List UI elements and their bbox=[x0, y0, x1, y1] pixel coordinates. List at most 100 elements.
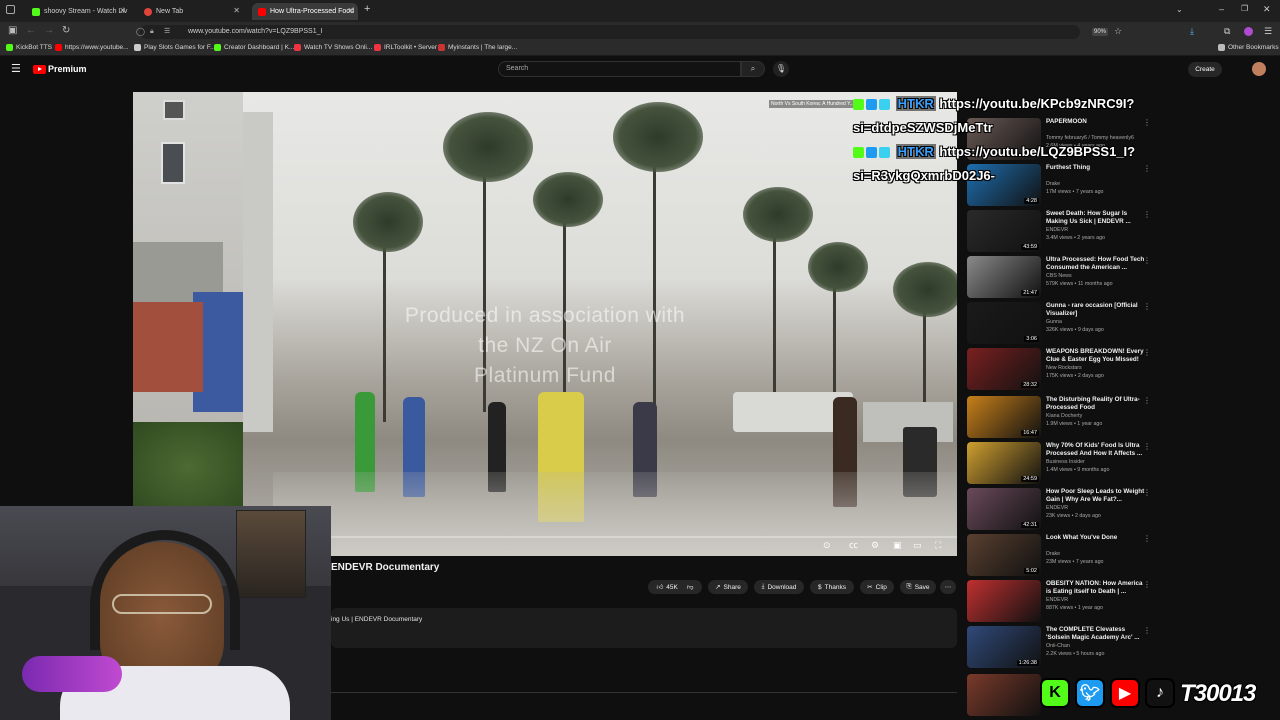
recommendation-item[interactable]: 5:02 Look What You've Done Drake 23M views … bbox=[967, 534, 1187, 578]
bookmark-watch-tv[interactable]: Watch TV Shows Onli... bbox=[294, 44, 372, 51]
tab-list-chevron-icon[interactable]: ⌄ bbox=[1176, 5, 1183, 14]
more-options-icon[interactable]: ⋮ bbox=[1143, 396, 1151, 405]
close-tab-icon[interactable]: ✕ bbox=[119, 6, 126, 15]
new-tab-button[interactable]: + bbox=[364, 3, 370, 15]
tab-youtube-video[interactable]: How Ultra-Processed Food ✕ bbox=[252, 3, 358, 20]
recommendation-item[interactable]: 3:06 Gunna - rare occasion [Official Visu… bbox=[967, 302, 1187, 346]
clip-button[interactable]: ✂ Clip bbox=[860, 580, 894, 594]
profile-icon[interactable] bbox=[1244, 27, 1253, 36]
recommendation-title[interactable]: OBESITY NATION: How America is Eating it… bbox=[1046, 580, 1146, 597]
recommendation-title[interactable]: How Poor Sleep Leads to Weight Gain | Wh… bbox=[1046, 488, 1146, 505]
more-options-icon[interactable]: ⋮ bbox=[1143, 256, 1151, 265]
recommendation-channel[interactable]: CBS News bbox=[1046, 273, 1072, 279]
theater-mode-icon[interactable]: ▭ bbox=[913, 540, 922, 551]
recommendation-channel[interactable]: Onii-Chan bbox=[1046, 643, 1070, 649]
recommendation-channel[interactable]: Gunna bbox=[1046, 319, 1062, 325]
bookmark-kickbot[interactable]: KickBot TTS bbox=[6, 44, 52, 51]
share-button[interactable]: ↗ Share bbox=[708, 580, 748, 594]
settings-gear-icon[interactable]: ⚙ bbox=[871, 540, 879, 551]
recommendation-title[interactable]: Look What You've Done bbox=[1046, 534, 1146, 542]
lock-icon[interactable]: 🔒︎ bbox=[150, 25, 154, 39]
more-options-icon[interactable]: ⋮ bbox=[1143, 118, 1151, 127]
shield-icon[interactable]: ◯ bbox=[136, 25, 145, 39]
bookmark-irltoolkit[interactable]: IRLToolkit • Server bbox=[374, 44, 437, 51]
bookmark-play-slots[interactable]: Play Slots Games for F... bbox=[134, 44, 216, 51]
more-options-icon[interactable]: ⋮ bbox=[1143, 442, 1151, 451]
recommendation-thumbnail[interactable]: 43:59 bbox=[967, 210, 1041, 252]
recommendation-item[interactable]: 42:31 How Poor Sleep Leads to Weight Gain… bbox=[967, 488, 1187, 532]
subtitles-icon[interactable]: ㏄ bbox=[849, 538, 858, 551]
recommendation-item[interactable]: 16:47 The Disturbing Reality Of Ultra-Pro… bbox=[967, 396, 1187, 440]
autoplay-toggle[interactable]: ⊙ bbox=[823, 540, 831, 551]
thumbs-down-icon[interactable]: 👎︎ bbox=[687, 583, 694, 591]
thanks-button[interactable]: $ Thanks bbox=[810, 580, 854, 594]
search-button[interactable]: ⌕ bbox=[741, 61, 765, 77]
more-options-icon[interactable]: ⋮ bbox=[1143, 348, 1151, 357]
recommendation-title[interactable]: Ultra Processed: How Food Tech Consumed … bbox=[1046, 256, 1146, 273]
recommendation-channel[interactable]: Tommy february6 / Tommy heavenly6 bbox=[1046, 135, 1134, 141]
bookmark-creator-dashboard[interactable]: Creator Dashboard | K... bbox=[214, 44, 294, 51]
more-options-icon[interactable]: ⋮ bbox=[1143, 488, 1151, 497]
recommendation-thumbnail[interactable]: 24:59 bbox=[967, 442, 1041, 484]
avatar[interactable] bbox=[1252, 62, 1266, 76]
recommendation-title[interactable]: Gunna - rare occasion [Official Visualiz… bbox=[1046, 302, 1146, 319]
video-description-box[interactable]: ing Us | ENDEVR Documentary bbox=[331, 608, 957, 648]
like-button[interactable]: 👍︎ 45K 👎︎ bbox=[648, 580, 702, 594]
recommendation-title[interactable]: The COMPLETE Clevatess 'Solsein Magic Ac… bbox=[1046, 626, 1146, 643]
recommendation-channel[interactable]: Kiana Docherty bbox=[1046, 413, 1082, 419]
sidebar-panel-icon[interactable]: ▣ bbox=[8, 25, 17, 36]
forward-arrow-icon[interactable]: → bbox=[44, 25, 54, 36]
recommendation-item[interactable]: 28:32 WEAPONS BREAKDOWN! Every Clue & Eas… bbox=[967, 348, 1187, 392]
recommendation-channel[interactable]: ENDEVR bbox=[1046, 505, 1068, 511]
recommendation-channel[interactable]: ENDEVR bbox=[1046, 597, 1068, 603]
recommendation-thumbnail[interactable] bbox=[967, 674, 1041, 716]
tab-new-tab[interactable]: New Tab ✕ bbox=[138, 3, 244, 20]
recommendation-thumbnail[interactable] bbox=[967, 580, 1041, 622]
recommendation-channel[interactable]: Drake bbox=[1046, 551, 1060, 557]
save-button[interactable]: ⎘ Save bbox=[900, 580, 936, 594]
video-player[interactable]: Produced in association with the NZ On A… bbox=[133, 92, 957, 556]
create-button[interactable]: Create bbox=[1188, 62, 1222, 77]
next-up-label[interactable]: North Vs South Korea: A Hundred Y... bbox=[769, 100, 856, 108]
other-bookmarks[interactable]: Other Bookmarks bbox=[1218, 44, 1279, 51]
recommendation-item[interactable]: 21:47 Ultra Processed: How Food Tech Cons… bbox=[967, 256, 1187, 300]
menu-icon[interactable]: ☰ bbox=[1264, 26, 1272, 37]
bookmark-youtube[interactable]: https://www.youtube... bbox=[55, 44, 129, 51]
extensions-icon[interactable]: ⧉ bbox=[1224, 26, 1230, 37]
miniplayer-icon[interactable]: ▣ bbox=[893, 540, 902, 551]
recommendation-thumbnail[interactable]: 42:31 bbox=[967, 488, 1041, 530]
minimize-button[interactable]: – bbox=[1219, 4, 1224, 14]
recommendation-channel[interactable]: ENDEVR bbox=[1046, 227, 1068, 233]
recommendation-thumbnail[interactable]: 1:26:38 bbox=[967, 626, 1041, 668]
fullscreen-icon[interactable]: ⛶ bbox=[935, 540, 941, 551]
youtube-logo-icon[interactable] bbox=[33, 65, 46, 74]
back-arrow-icon[interactable]: ← bbox=[26, 25, 36, 36]
more-options-icon[interactable]: ⋮ bbox=[1143, 580, 1151, 589]
recommendation-title[interactable]: WEAPONS BREAKDOWN! Every Clue & Easter E… bbox=[1046, 348, 1146, 365]
bookmark-myinstants[interactable]: Myinstants | The large... bbox=[438, 44, 517, 51]
star-icon[interactable]: ☆ bbox=[1114, 26, 1122, 37]
more-actions-button[interactable]: ⋯ bbox=[940, 580, 956, 594]
recommendation-title[interactable]: PAPERMOON bbox=[1046, 118, 1146, 126]
more-options-icon[interactable]: ⋮ bbox=[1143, 302, 1151, 311]
url-field[interactable]: ◯ 🔒︎ ☰ www.youtube.com/watch?v=LQZ9BPSS1… bbox=[136, 25, 1080, 39]
more-options-icon[interactable]: ⋮ bbox=[1143, 210, 1151, 219]
brand-label[interactable]: Premium bbox=[48, 64, 87, 74]
close-tab-icon[interactable]: ✕ bbox=[347, 6, 354, 15]
close-window-button[interactable]: ✕ bbox=[1263, 4, 1271, 15]
recommendation-title[interactable]: The Disturbing Reality Of Ultra-Processe… bbox=[1046, 396, 1146, 413]
tab-shoovy-stream[interactable]: shoovy Stream - Watch Liv ✕ bbox=[26, 3, 130, 20]
recommendation-thumbnail[interactable]: 28:32 bbox=[967, 348, 1041, 390]
more-options-icon[interactable]: ⋮ bbox=[1143, 164, 1151, 173]
recommendation-channel[interactable]: Drake bbox=[1046, 181, 1060, 187]
recommendation-thumbnail[interactable]: 5:02 bbox=[967, 534, 1041, 576]
close-tab-icon[interactable]: ✕ bbox=[233, 6, 240, 15]
site-settings-icon[interactable]: ☰ bbox=[164, 25, 170, 39]
voice-search-button[interactable]: 🎙︎ bbox=[773, 61, 789, 77]
maximize-button[interactable]: ❐ bbox=[1241, 4, 1248, 13]
recommendation-item[interactable]: 24:59 Why 70% Of Kids' Food Is Ultra Proc… bbox=[967, 442, 1187, 486]
recommendation-thumbnail[interactable]: 16:47 bbox=[967, 396, 1041, 438]
search-input[interactable]: Search bbox=[498, 61, 741, 77]
recommendation-item[interactable]: 43:59 Sweet Death: How Sugar Is Making Us… bbox=[967, 210, 1187, 254]
sidebar-toggle-icon[interactable] bbox=[6, 5, 15, 14]
